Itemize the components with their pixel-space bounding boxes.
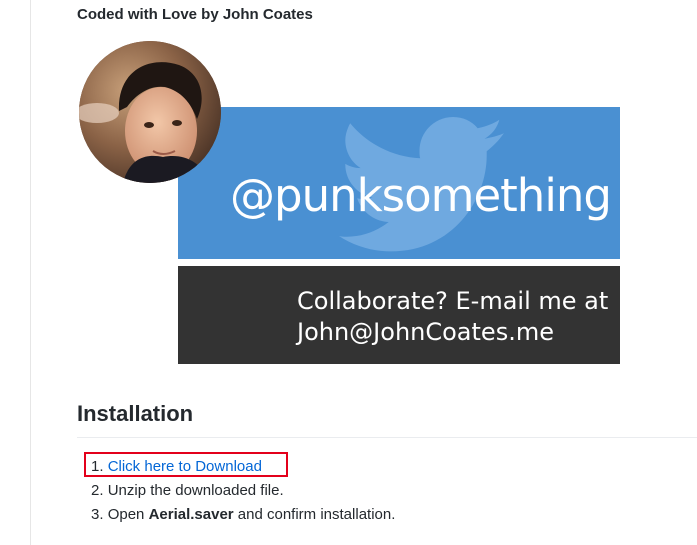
twitter-handle: @punksomething: [230, 169, 612, 222]
contact-text: Collaborate? E-mail me at John@JohnCoate…: [297, 286, 608, 348]
step-number: 2.: [91, 482, 104, 499]
content-border: [30, 0, 31, 545]
list-item: 2. Unzip the downloaded file.: [91, 480, 395, 504]
step-text-before: Open: [107, 506, 149, 523]
installation-heading: Installation: [77, 401, 194, 426]
author-avatar: [79, 41, 221, 183]
step-text-bold: Aerial.saver: [148, 506, 234, 523]
author-banner: @punksomething Collaborate? E-mail me at…: [79, 41, 621, 364]
contact-line-1: Collaborate? E-mail me at: [297, 287, 609, 315]
twitter-card[interactable]: @punksomething: [178, 107, 620, 259]
highlight-box: [84, 452, 288, 477]
contact-card: Collaborate? E-mail me at John@JohnCoate…: [178, 266, 620, 364]
step-number: 3.: [91, 506, 104, 523]
list-item: 3. Open Aerial.saver and confirm install…: [91, 504, 395, 528]
avatar-image: [79, 41, 221, 183]
step-text-after: and confirm installation.: [233, 506, 396, 523]
step-text: Unzip the downloaded file.: [107, 482, 284, 499]
readme-page: Coded with Love by John Coates @punksome…: [0, 0, 697, 545]
credit-text: Coded with Love by John Coates: [77, 6, 313, 23]
heading-divider: [77, 437, 697, 438]
contact-email[interactable]: John@JohnCoates.me: [297, 317, 608, 348]
